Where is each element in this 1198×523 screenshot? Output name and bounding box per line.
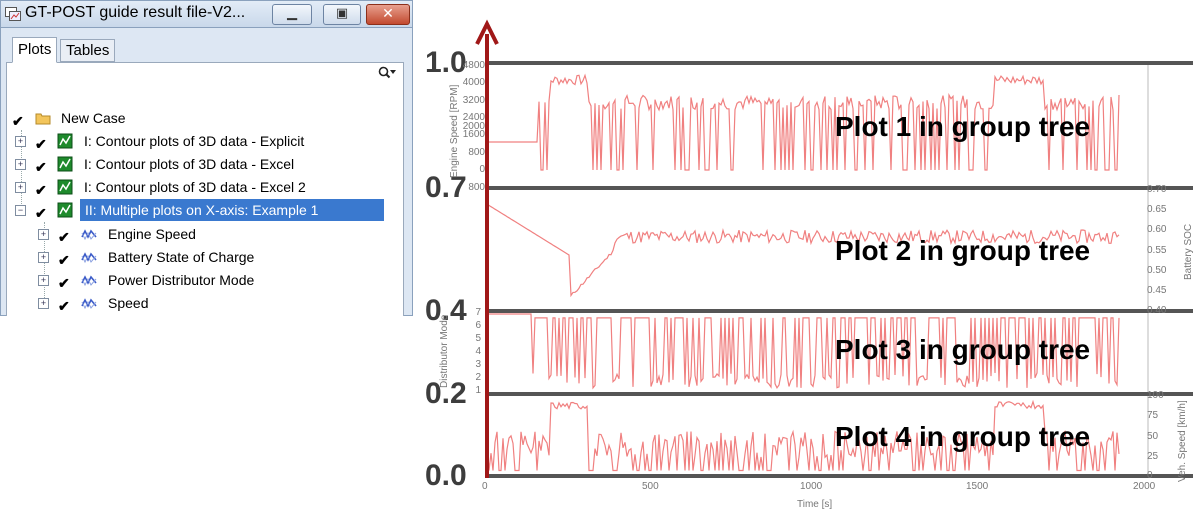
- tick-label: 0: [1147, 470, 1153, 481]
- checkbox-checked-icon[interactable]: ✔: [58, 295, 70, 317]
- x-tick-label: 1500: [966, 481, 989, 492]
- expand-icon[interactable]: +: [38, 229, 49, 240]
- plot-1-ylabel: Engine Speed [RPM]: [449, 84, 460, 178]
- close-icon: ✕: [382, 6, 394, 22]
- tree-item-contour-excel-2[interactable]: + ✔ I: Contour plots of 3D data - Excel …: [14, 176, 394, 198]
- plot-group-icon: [57, 202, 73, 218]
- expand-icon[interactable]: +: [15, 182, 26, 193]
- tree-child-battery-soc[interactable]: + ✔ Battery State of Charge: [37, 246, 387, 268]
- tree-item-label: I: Contour plots of 3D data - Excel 2: [84, 179, 306, 195]
- x-tick-label: 0: [482, 481, 488, 492]
- checkbox-checked-icon[interactable]: ✔: [35, 156, 47, 178]
- stacked-plot-area: 1.0 0.7 0.4 0.2 0.0 Plot 1 in group tree…: [415, 0, 1198, 523]
- tick-label: 2: [475, 372, 481, 383]
- minimize-button[interactable]: ▁: [272, 4, 312, 25]
- expand-icon[interactable]: +: [38, 252, 49, 263]
- checkbox-checked-icon[interactable]: ✔: [35, 133, 47, 155]
- expand-icon[interactable]: +: [15, 159, 26, 170]
- search-filter-icon[interactable]: [378, 66, 396, 84]
- tick-label: 0.60: [1147, 224, 1167, 235]
- checkbox-checked-icon[interactable]: ✔: [35, 202, 47, 224]
- x-axis-title: Time [s]: [797, 499, 833, 510]
- tick-label: 5: [475, 333, 481, 344]
- tick-label: 3: [475, 359, 481, 370]
- maximize-icon: ▣: [335, 6, 349, 21]
- x-tick-label: 2000: [1133, 481, 1156, 492]
- plot-3-ylabel: Distributor Mode: [439, 314, 450, 388]
- tree-root-new-case[interactable]: ✔ New Case: [12, 107, 392, 129]
- line-plot-icon: [81, 252, 97, 264]
- tick-label: 75: [1147, 410, 1159, 421]
- expand-icon[interactable]: +: [38, 298, 49, 309]
- line-plot-icon: [81, 275, 97, 287]
- tick-label: 25: [1147, 451, 1159, 462]
- tree-child-speed[interactable]: + ✔ Speed: [37, 292, 387, 314]
- folder-icon: [35, 113, 51, 125]
- checkbox-checked-icon[interactable]: ✔: [35, 179, 47, 201]
- tree-root-label: New Case: [61, 110, 126, 126]
- tree-child-label: Power Distributor Mode: [108, 272, 255, 288]
- tree-item-label-selected: II: Multiple plots on X-axis: Example 1: [80, 199, 384, 221]
- tick-label: 0.70: [1147, 184, 1167, 195]
- expand-icon[interactable]: +: [38, 275, 49, 286]
- tree-item-label: I: Contour plots of 3D data - Explicit: [84, 133, 305, 149]
- tick-label: 0.45: [1147, 285, 1167, 296]
- tick-label: 0.50: [1147, 265, 1167, 276]
- close-button[interactable]: ✕: [366, 4, 410, 25]
- expand-icon[interactable]: +: [15, 136, 26, 147]
- plot-2-ylabel: Battery SOC: [1183, 223, 1194, 280]
- tick-label: 0.65: [1147, 204, 1167, 215]
- collapse-icon[interactable]: −: [15, 205, 26, 216]
- tick-label: 6: [475, 320, 481, 331]
- app-window-icon: [5, 7, 21, 21]
- plot-4-label: Plot 4 in group tree: [835, 421, 1091, 452]
- window-title: GT-POST guide result file-V2...: [25, 4, 246, 21]
- minimize-icon: ▁: [287, 6, 297, 21]
- tick-label: 4800: [462, 60, 485, 71]
- tree-item-multiple-plots[interactable]: − ✔ II: Multiple plots on X-axis: Exampl…: [14, 199, 384, 221]
- plot-1-label: Plot 1 in group tree: [835, 111, 1091, 142]
- tab-tables[interactable]: Tables: [60, 39, 116, 62]
- tick-label: 4: [475, 346, 481, 357]
- tick-label: 100: [1147, 390, 1164, 401]
- plot-4-ylabel: Veh. Speed [km/h]: [1177, 400, 1188, 482]
- tick-label: 7: [475, 307, 481, 318]
- maximize-button[interactable]: ▣: [323, 4, 361, 25]
- level-label: 0.0: [425, 459, 467, 492]
- x-tick-label: 500: [642, 481, 659, 492]
- title-bar[interactable]: GT-POST guide result file-V2... ▁ ▣ ✕: [0, 0, 413, 28]
- x-tick-label: 1000: [800, 481, 823, 492]
- tree-item-label: I: Contour plots of 3D data - Excel: [84, 156, 295, 172]
- plot-3-label: Plot 3 in group tree: [835, 334, 1091, 365]
- tick-label: 50: [1147, 431, 1159, 442]
- line-plot-icon: [81, 298, 97, 310]
- tab-plots[interactable]: Plots: [12, 37, 58, 63]
- checkbox-checked-icon[interactable]: ✔: [12, 110, 24, 132]
- plot-group-icon: [57, 179, 73, 195]
- plot-2-label: Plot 2 in group tree: [835, 235, 1091, 266]
- checkbox-checked-icon[interactable]: ✔: [58, 272, 70, 294]
- plot-group-icon: [57, 133, 73, 149]
- tick-label: 1: [475, 385, 481, 396]
- tree-item-contour-explicit[interactable]: + ✔ I: Contour plots of 3D data - Explic…: [14, 130, 394, 152]
- tree-item-contour-excel[interactable]: + ✔ I: Contour plots of 3D data - Excel: [14, 153, 394, 175]
- tree-child-label: Battery State of Charge: [108, 249, 255, 265]
- tick-label: 0.40: [1147, 305, 1167, 316]
- tick-label: 800: [468, 182, 485, 193]
- checkbox-checked-icon[interactable]: ✔: [58, 226, 70, 248]
- checkbox-checked-icon[interactable]: ✔: [58, 249, 70, 271]
- tree-child-engine-speed[interactable]: + ✔ Engine Speed: [37, 223, 387, 245]
- plot-group-icon: [57, 156, 73, 172]
- tree-child-power-distributor[interactable]: + ✔ Power Distributor Mode: [37, 269, 387, 291]
- tree-child-label: Speed: [108, 295, 149, 311]
- tree-child-label: Engine Speed: [108, 226, 196, 242]
- tick-label: 0.55: [1147, 245, 1167, 256]
- line-plot-icon: [81, 229, 97, 241]
